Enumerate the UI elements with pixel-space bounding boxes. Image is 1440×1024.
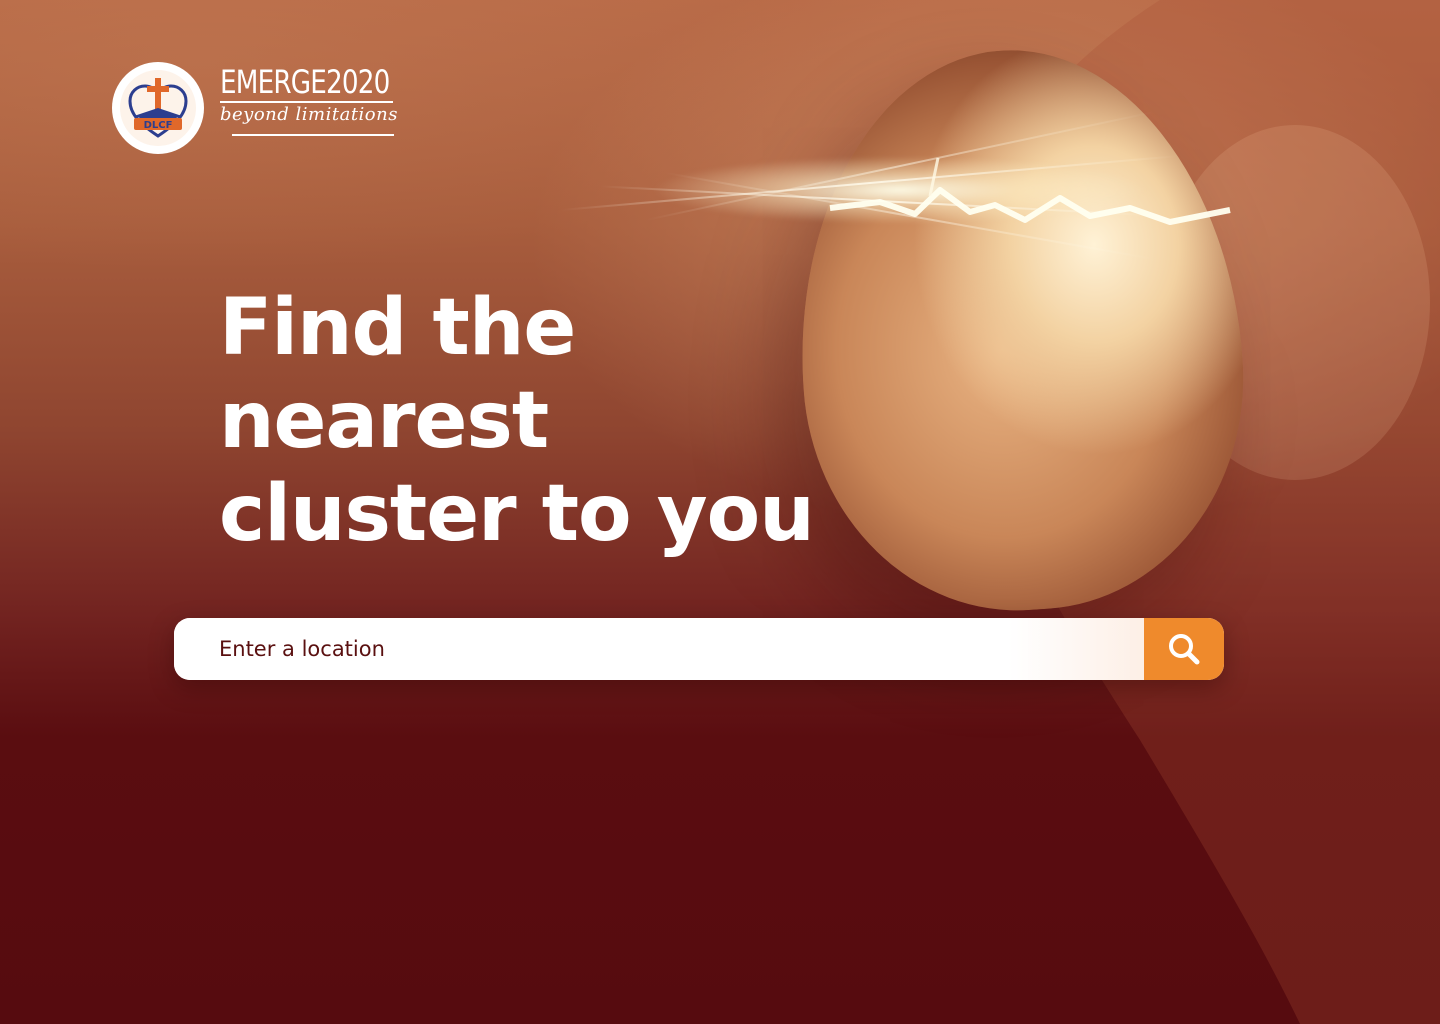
page-title: Find the nearest cluster to you <box>219 282 819 561</box>
logo-text: DLCF <box>144 120 173 131</box>
brand-tagline: beyond limitations <box>220 104 398 125</box>
search-icon <box>1169 634 1200 665</box>
headline-line: Find the <box>219 283 576 373</box>
headline-line: nearest <box>219 376 549 466</box>
location-search-input[interactable] <box>174 618 1144 680</box>
tagline-underline <box>232 134 394 136</box>
cross-heart-logo-icon: DLCF <box>120 70 196 146</box>
headline-line: cluster to you <box>219 469 815 559</box>
search-button[interactable] <box>1144 618 1224 680</box>
page: DLCF EMERGE2020 beyond limitations Find … <box>0 0 1440 1024</box>
location-search-bar <box>174 618 1224 680</box>
egg-crack <box>829 157 1231 225</box>
logo-badge[interactable]: DLCF <box>112 62 204 154</box>
brand-name: EMERGE2020 <box>220 63 390 101</box>
brand-divider <box>220 101 393 103</box>
